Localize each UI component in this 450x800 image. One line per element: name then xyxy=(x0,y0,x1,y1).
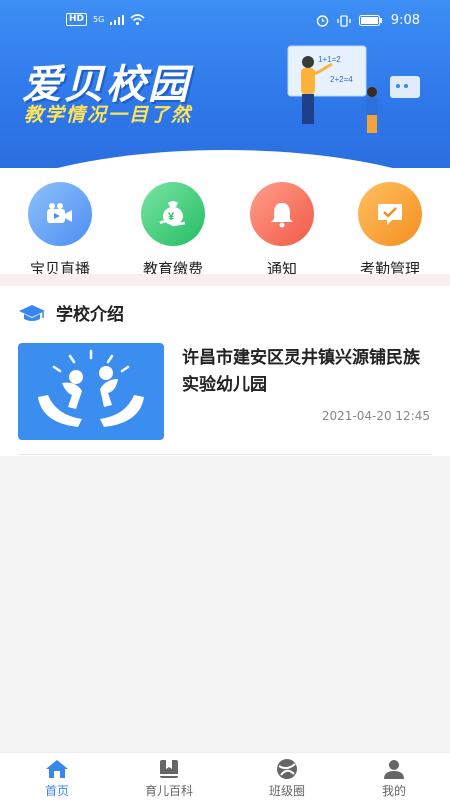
section-title: 学校介绍 xyxy=(56,305,124,325)
status-bar: HD 5G 9:08 xyxy=(0,0,450,42)
news-title: 许昌市建安区灵井镇兴源铺民族实验幼儿园 xyxy=(182,348,420,395)
tab-icon-wrap xyxy=(381,758,407,780)
alarm-icon xyxy=(316,15,328,27)
hd-indicator: HD xyxy=(66,13,88,26)
tab-parenting[interactable]: 育儿百科 xyxy=(124,758,214,799)
banner-curve xyxy=(0,150,450,168)
board-text-1: 1+1=2 xyxy=(318,55,341,64)
bottom-tab-bar: 首页 育儿百科 班级圈 我的 xyxy=(0,752,450,800)
video-camera-icon xyxy=(47,203,72,223)
checkmark-message-icon xyxy=(378,204,402,225)
quick-item-notice[interactable]: 通知 xyxy=(232,182,332,279)
tab-icon-wrap xyxy=(274,758,300,780)
teacher-illustration: 1+1=2 2+2=4 xyxy=(287,45,420,133)
board-text-2: 2+2=4 xyxy=(330,75,353,84)
tab-label-parenting: 育儿百科 xyxy=(144,784,193,798)
tab-label-mine: 我的 xyxy=(381,784,406,798)
quick-icon-bg xyxy=(358,182,422,246)
home-icon xyxy=(46,760,68,778)
vibrate-icon xyxy=(337,14,351,27)
section-header: 学校介绍 xyxy=(18,300,124,325)
banner-subtitle: 教学情况一目了然 xyxy=(24,104,193,126)
tab-label-home: 首页 xyxy=(44,784,69,798)
quick-menu: 宝贝直播 ¥ 教育缴费 通知 考勤管理 xyxy=(0,168,450,278)
money-bag-icon: ¥ xyxy=(159,201,186,227)
quick-item-attendance[interactable]: 考勤管理 xyxy=(340,182,440,279)
carousel-indicator[interactable] xyxy=(230,151,242,154)
signal-icon xyxy=(110,14,125,25)
school-intro-section: 学校介绍 许昌市建安区灵井镇兴源铺民族实验幼儿园 2021-04-20 12:4… xyxy=(0,286,450,456)
news-thumbnail xyxy=(18,343,164,440)
kids-hands-logo-icon xyxy=(38,349,144,427)
status-left: HD 5G xyxy=(66,13,145,26)
tab-mine[interactable]: 我的 xyxy=(349,758,439,799)
section-divider xyxy=(0,274,450,286)
quick-item-live[interactable]: 宝贝直播 xyxy=(10,182,110,279)
tab-class-circle[interactable]: 班级圈 xyxy=(242,758,332,799)
wifi-icon xyxy=(130,14,145,25)
quick-icon-bg: ¥ xyxy=(141,182,205,246)
quick-item-payment[interactable]: ¥ 教育缴费 xyxy=(123,182,223,279)
divider-line xyxy=(18,454,432,455)
tab-label-class-circle: 班级圈 xyxy=(268,784,305,798)
battery-icon xyxy=(358,15,382,26)
bell-icon xyxy=(271,203,293,228)
quick-icon-bg xyxy=(250,182,314,246)
profile-icon xyxy=(384,760,404,779)
class-circle-icon xyxy=(277,759,297,779)
tab-icon-wrap xyxy=(44,758,70,780)
news-card[interactable]: 许昌市建安区灵井镇兴源铺民族实验幼儿园 2021-04-20 12:45 xyxy=(18,343,432,443)
tab-home[interactable]: 首页 xyxy=(12,758,102,799)
banner[interactable]: HD 5G 9:08 爱贝校园 教学情况一目了然 1+1=2 2+2=4 xyxy=(0,0,450,168)
book-icon xyxy=(160,760,178,778)
clock: 9:08 xyxy=(390,13,420,28)
network-type: 5G xyxy=(93,15,105,24)
quick-icon-bg xyxy=(28,182,92,246)
news-date: 2021-04-20 12:45 xyxy=(321,409,430,423)
status-right: 9:08 xyxy=(316,13,420,28)
graduation-cap-icon xyxy=(19,304,45,321)
tab-icon-wrap xyxy=(156,758,182,780)
